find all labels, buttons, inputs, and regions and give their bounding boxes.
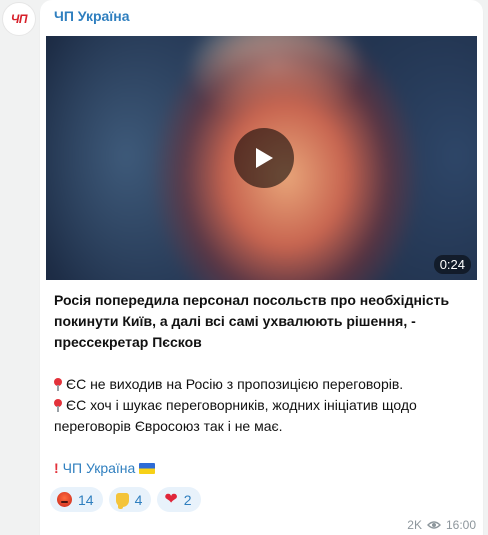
eye-icon — [426, 521, 441, 529]
reaction-count: 2 — [183, 491, 192, 508]
point-2: ЄС хоч і шукає переговорників, жодних ін… — [54, 395, 474, 416]
reaction-count: 14 — [78, 491, 94, 508]
point-1: ЄС не виходив на Росію з пропозицією пер… — [54, 374, 474, 395]
red-heart-icon: ❤ — [164, 491, 178, 508]
reaction-angry[interactable]: 14 — [50, 487, 103, 512]
signature: ! ЧП Україна — [54, 458, 474, 479]
message-bubble: ЧП Україна 0:24 Росія попередила персона… — [40, 0, 483, 535]
pushpin-icon — [54, 399, 62, 412]
play-button[interactable] — [234, 128, 294, 188]
point-2-text: ЄС хоч і шукає переговорників, жодних ін… — [66, 397, 417, 413]
point-1-text: ЄС не виходив на Росію з пропозицією пер… — [66, 376, 404, 392]
message-text: Росія попередила персонал посольств про … — [54, 290, 474, 479]
pushpin-icon — [54, 378, 62, 391]
exclamation-icon: ! — [54, 460, 59, 476]
ukraine-flag-icon — [139, 463, 156, 474]
message-meta: 2K 16:00 — [407, 518, 476, 532]
signature-link[interactable]: ЧП Україна — [63, 460, 136, 476]
video-duration: 0:24 — [433, 255, 471, 274]
reaction-heart[interactable]: ❤ 2 — [157, 487, 201, 512]
reaction-count: 4 — [134, 491, 143, 508]
video-preview[interactable]: 0:24 — [46, 36, 477, 280]
view-count: 2K — [407, 518, 422, 532]
headline-line-3: прессекретар Пєсков — [54, 334, 202, 350]
channel-avatar[interactable]: ЧП — [2, 2, 36, 36]
point-2-continued: переговорів Євросоюз так і не має. — [54, 418, 283, 434]
avatar-logo-text: ЧП — [10, 12, 28, 26]
thumbs-down-icon — [115, 492, 129, 509]
channel-name-link[interactable]: ЧП Україна — [54, 8, 130, 24]
reactions-bar: 14 4 ❤ 2 — [50, 487, 201, 512]
play-icon — [256, 148, 273, 168]
headline-line-2: покинути Київ, а далі всі самі ухвалюють… — [54, 313, 416, 329]
message-time: 16:00 — [445, 518, 476, 532]
angry-face-icon — [57, 492, 72, 507]
headline-line-1: Росія попередила персонал посольств про … — [54, 292, 450, 308]
reaction-thumbs-down[interactable]: 4 — [108, 487, 152, 512]
